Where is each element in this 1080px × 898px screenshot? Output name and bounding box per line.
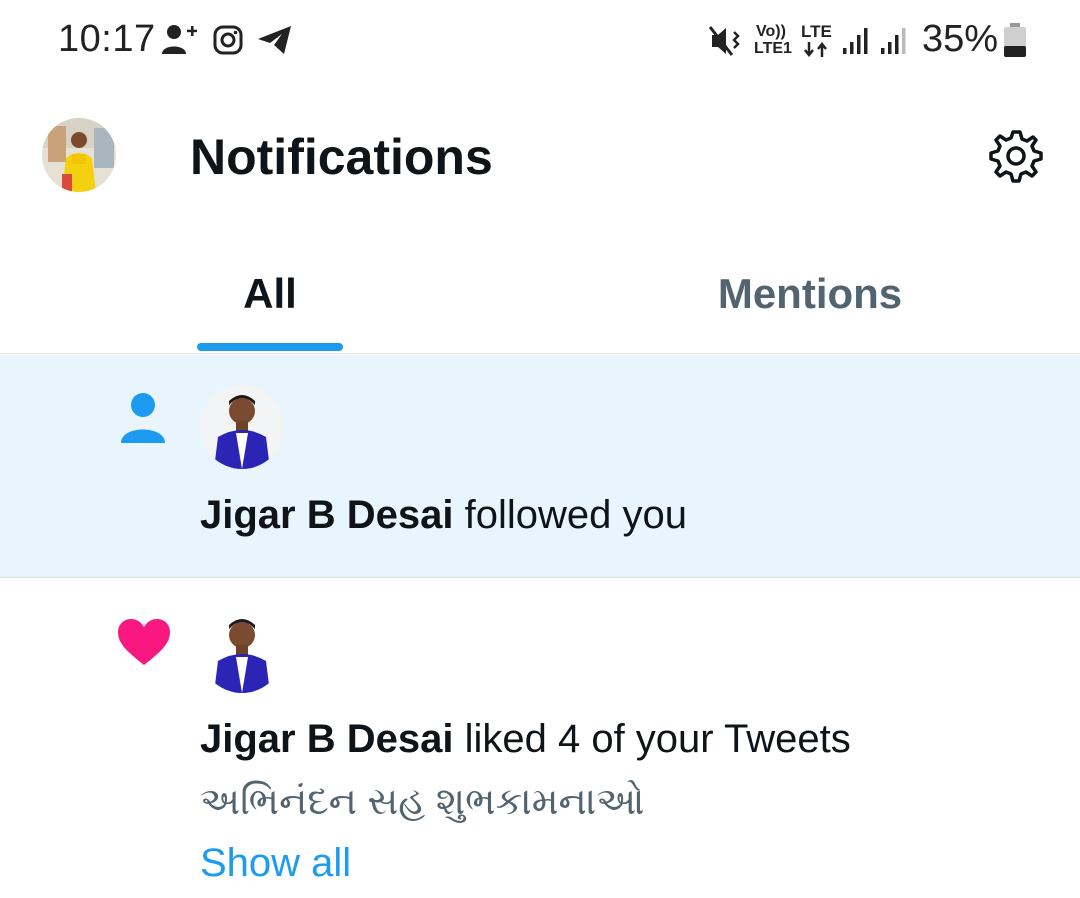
signal-1-icon xyxy=(843,28,868,54)
follower-name[interactable]: Jigar B Desai xyxy=(200,493,453,537)
person-icon xyxy=(121,393,165,443)
settings-button[interactable] xyxy=(986,126,1046,186)
profile-avatar[interactable] xyxy=(42,118,116,192)
notification-follow[interactable]: Jigar B Desai followed you xyxy=(0,355,1080,578)
status-bar: 10:17 Vo)) LTE1 LTE 35% xyxy=(0,0,1080,80)
notification-like[interactable]: Jigar B Desai liked 4 of your Tweets અભિ… xyxy=(0,579,1080,898)
mute-vibrate-icon xyxy=(708,26,740,56)
liked-tweet-text: અભિનંદન સહ શુભકામનાઓ xyxy=(200,781,645,823)
notification-like-text: Jigar B Desai liked 4 of your Tweets xyxy=(200,717,851,762)
instagram-icon xyxy=(213,25,243,55)
page-title: Notifications xyxy=(190,129,493,185)
tab-all[interactable]: All xyxy=(0,250,540,354)
signal-2-icon xyxy=(881,28,906,54)
user-avatar[interactable] xyxy=(200,385,284,469)
heart-icon xyxy=(118,619,170,665)
header: Notifications xyxy=(0,90,1080,230)
status-time: 10:17 xyxy=(58,18,156,60)
user-avatar[interactable] xyxy=(200,609,284,693)
lte-label: LTE xyxy=(801,22,832,41)
volte-label-top: Vo)) xyxy=(756,23,786,40)
like-action: liked 4 of your Tweets xyxy=(453,717,851,761)
user-photo xyxy=(200,609,284,693)
tab-mentions-label: Mentions xyxy=(717,270,903,317)
add-person-icon xyxy=(162,25,197,54)
active-tab-indicator xyxy=(197,343,343,351)
tab-mentions[interactable]: Mentions xyxy=(540,250,1080,354)
data-arrows-icon xyxy=(804,42,827,58)
notification-follow-text: Jigar B Desai followed you xyxy=(200,493,687,538)
telegram-icon xyxy=(258,26,291,54)
user-photo xyxy=(200,385,284,469)
tab-all-label: All xyxy=(243,270,297,317)
liker-name[interactable]: Jigar B Desai xyxy=(200,717,453,761)
battery-percent: 35% xyxy=(922,18,999,60)
show-all-link[interactable]: Show all xyxy=(200,841,351,886)
profile-photo xyxy=(42,118,116,192)
tab-bar: All Mentions xyxy=(0,250,1080,354)
battery-icon xyxy=(1004,23,1026,57)
volte-label-bottom: LTE1 xyxy=(754,40,792,57)
follow-action: followed you xyxy=(453,493,687,537)
gear-icon xyxy=(989,130,1043,183)
